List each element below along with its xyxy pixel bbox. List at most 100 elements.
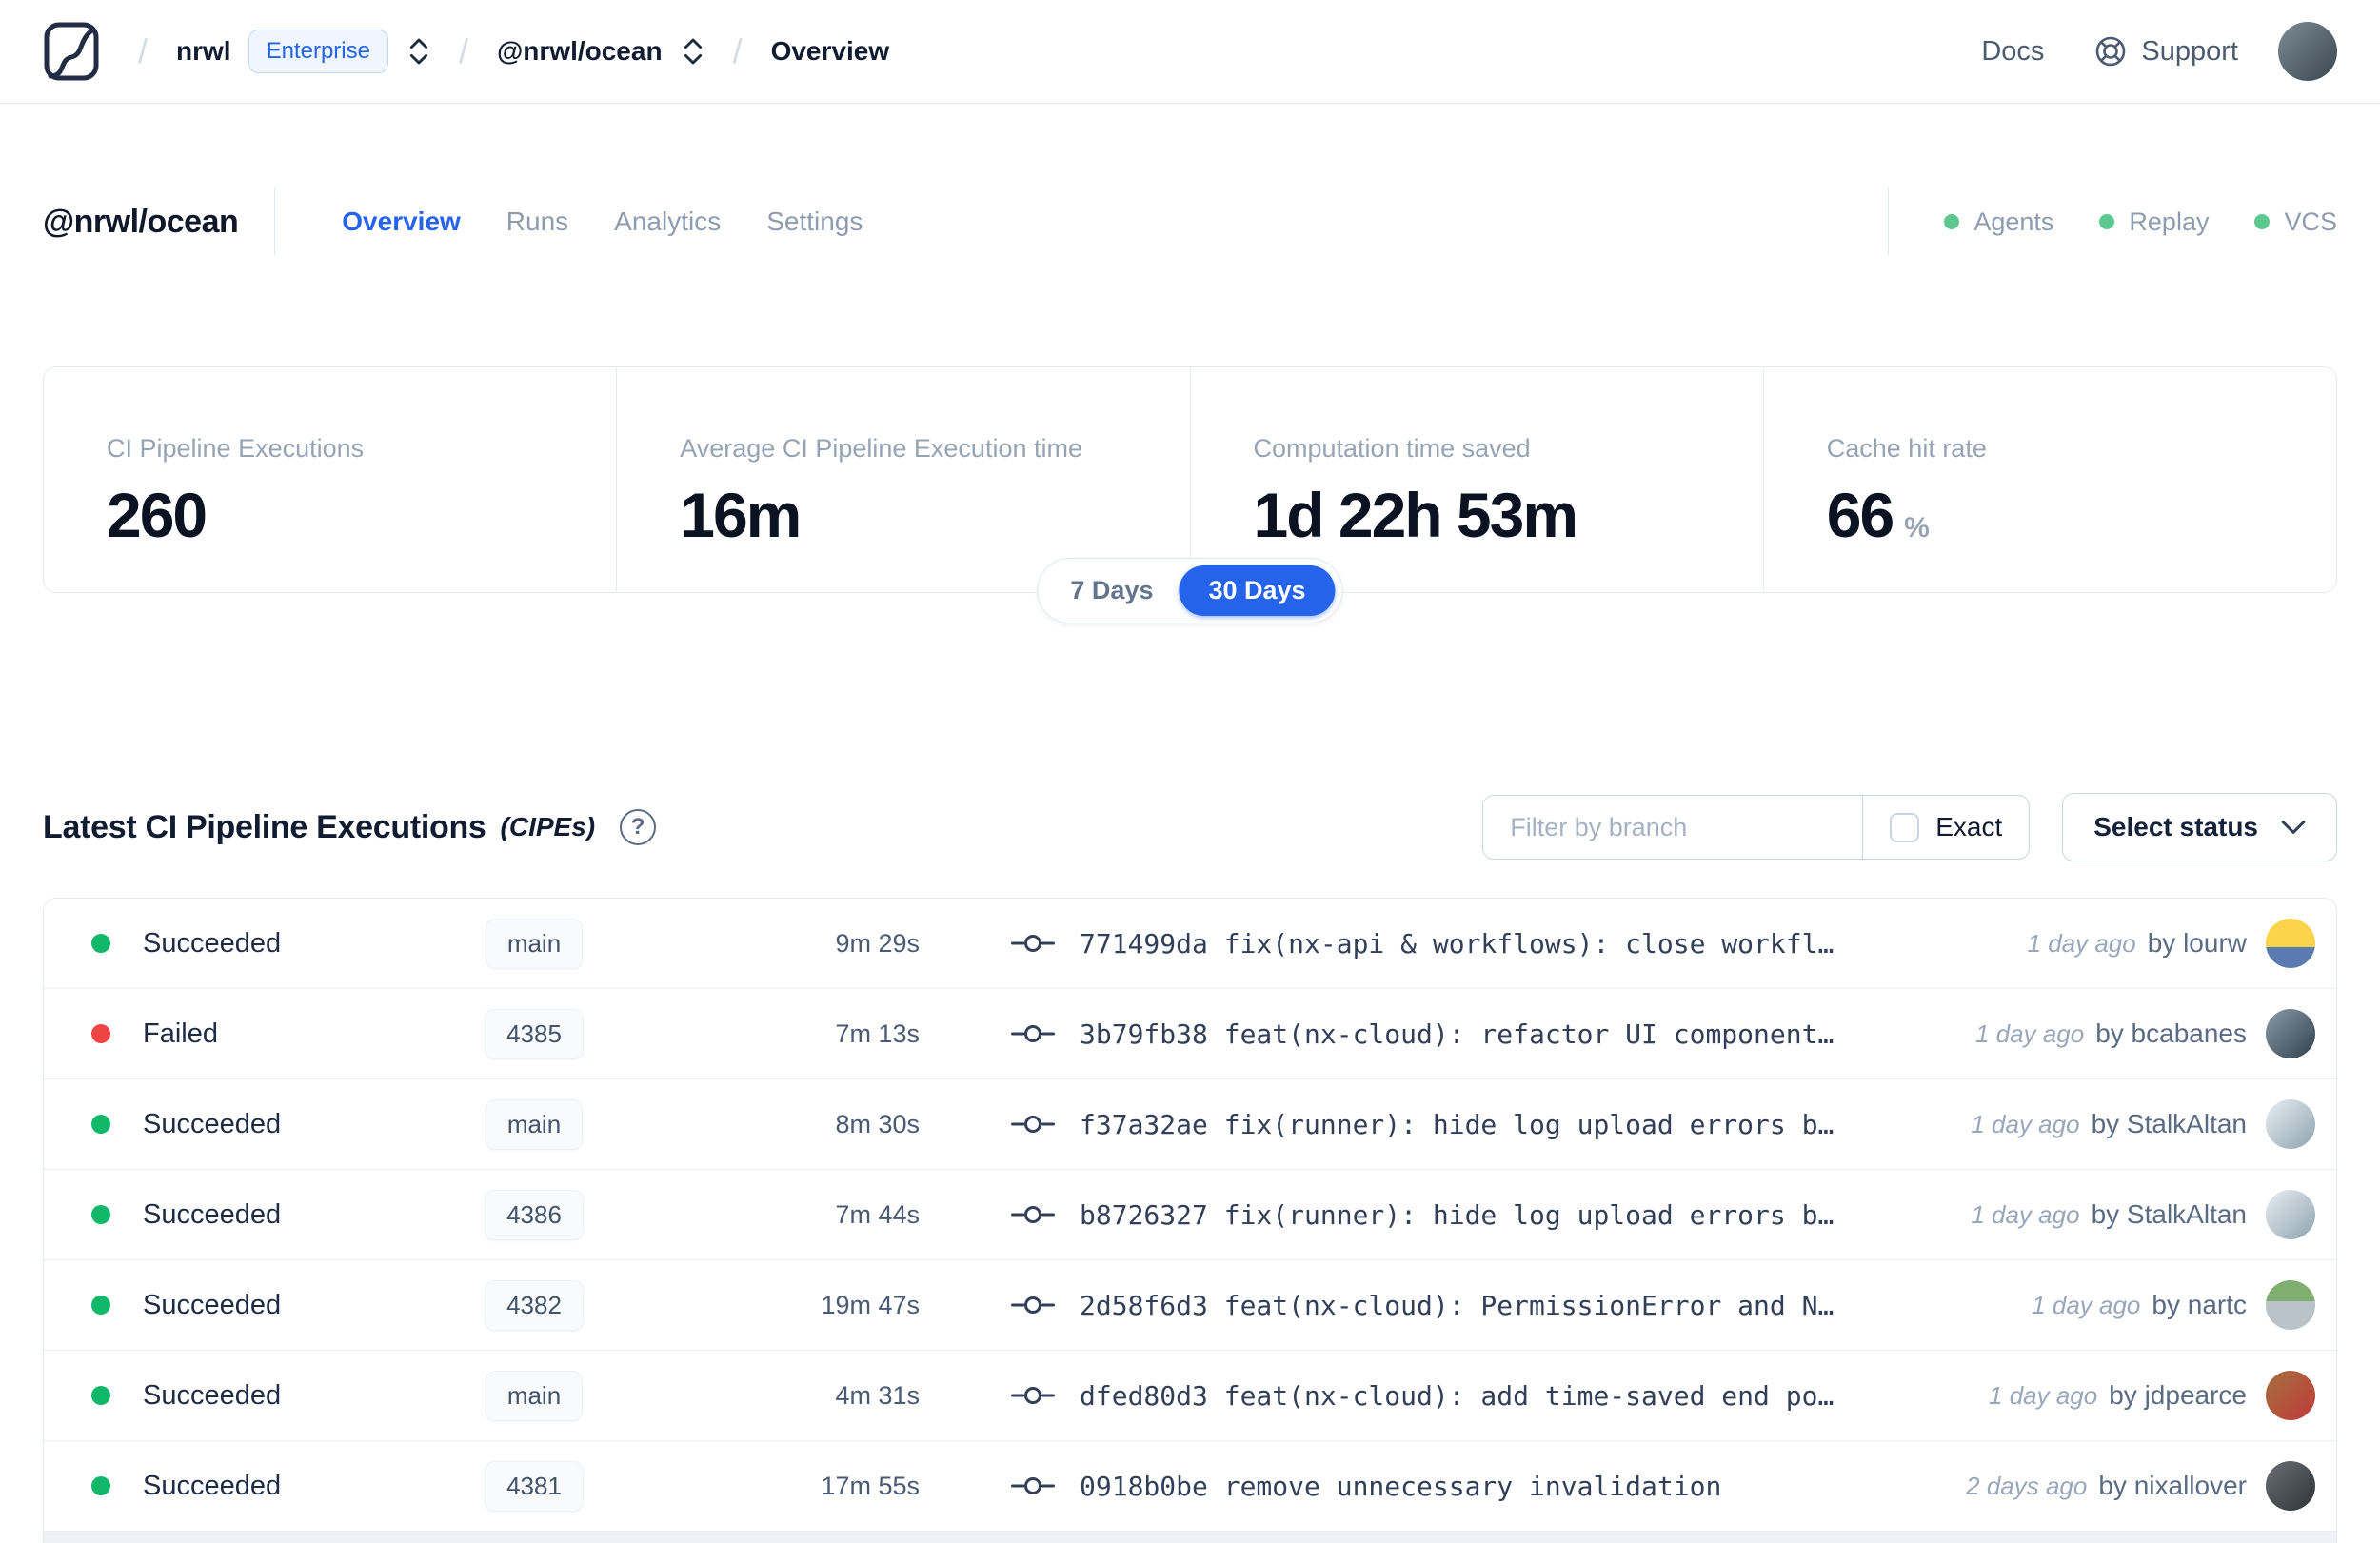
commit-message: 771499da fix(nx-api & workflows): close …	[1080, 927, 1835, 959]
commit-message: dfed80d3 feat(nx-cloud): add time-saved …	[1080, 1379, 1835, 1412]
table-row[interactable]: Succeeded main 4m 31s dfed80d3 feat(nx-c…	[44, 1351, 2336, 1441]
status-dot	[91, 1386, 110, 1405]
divider	[1888, 188, 1890, 256]
tab-runs[interactable]: Runs	[506, 207, 568, 237]
branch-filter-group: Exact	[1482, 795, 2031, 860]
stat-label: Cache hit rate	[1826, 434, 1987, 463]
help-icon[interactable]: ?	[620, 809, 657, 845]
commit-message: 2d58f6d3 feat(nx-cloud): PermissionError…	[1080, 1289, 1835, 1321]
next-row-cutoff	[44, 1532, 2336, 1543]
cipe-table: Succeeded main 9m 29s 771499da fix(nx-ap…	[43, 898, 2337, 1543]
table-row[interactable]: Succeeded 4382 19m 47s 2d58f6d3 feat(nx-…	[44, 1260, 2336, 1351]
table-row[interactable]: Succeeded 4381 17m 55s 0918b0be remove u…	[44, 1441, 2336, 1532]
status-dot	[91, 1024, 110, 1043]
green-dot-icon	[1944, 214, 1960, 229]
breadcrumb-page: Overview	[770, 36, 890, 66]
stat-value: 66	[1826, 480, 1894, 550]
avatar	[2266, 1190, 2315, 1239]
range-30-days[interactable]: 30 Days	[1179, 565, 1336, 616]
tab-analytics[interactable]: Analytics	[614, 207, 721, 237]
status-label: Failed	[143, 1018, 218, 1049]
stat-suffix: %	[1904, 512, 1930, 544]
cipe-section-header: Latest CI Pipeline Executions (CIPEs) ? …	[43, 793, 2337, 861]
range-7-days[interactable]: 7 Days	[1044, 565, 1179, 616]
git-commit-icon	[1011, 1387, 1055, 1404]
time-ago: 1 day ago	[2027, 928, 2136, 958]
status-label: Succeeded	[143, 1379, 282, 1411]
health-replay-label: Replay	[2129, 207, 2210, 236]
commit-message: 0918b0be remove unnecessary invalidation	[1080, 1470, 1722, 1502]
unfold-chevrons-icon	[684, 38, 702, 65]
health-vcs-label: VCS	[2284, 207, 2337, 236]
time-ago: 1 day ago	[2032, 1290, 2141, 1319]
table-row[interactable]: Succeeded main 8m 30s f37a32ae fix(runne…	[44, 1079, 2336, 1170]
status-dot	[91, 1115, 110, 1134]
duration: 8m 30s	[835, 1109, 920, 1138]
branch-badge: 4381	[485, 1460, 584, 1512]
avatar	[2266, 1099, 2315, 1149]
stat-label: Average CI Pipeline Execution time	[680, 434, 1082, 463]
breadcrumb-org-selector[interactable]: nrwl Enterprise	[176, 30, 430, 73]
avatar	[2266, 919, 2315, 968]
status-dot	[91, 934, 110, 953]
select-status-label: Select status	[2093, 812, 2258, 841]
cipe-controls: Exact Select status	[1482, 793, 2337, 861]
exact-checkbox[interactable]	[1890, 812, 1920, 842]
branch-badge: main	[485, 1370, 584, 1421]
git-commit-icon	[1011, 935, 1055, 952]
support-label: Support	[2141, 35, 2238, 67]
table-row[interactable]: Failed 4385 7m 13s 3b79fb38 feat(nx-clou…	[44, 989, 2336, 1079]
top-nav: / nrwl Enterprise / @nrwl/ocean / Overvi…	[0, 0, 2380, 104]
health-agents-label: Agents	[1973, 207, 2054, 236]
git-commit-icon	[1011, 1025, 1055, 1042]
duration: 7m 44s	[835, 1199, 920, 1229]
author: by nartc	[2152, 1290, 2247, 1319]
git-commit-icon	[1011, 1477, 1055, 1494]
avatar	[2266, 1461, 2315, 1511]
branch-badge: main	[485, 1098, 584, 1150]
status-dot	[91, 1296, 110, 1315]
author: by jdpearce	[2109, 1380, 2247, 1410]
branch-filter-input[interactable]	[1483, 796, 1863, 859]
stat-cache-hit-rate: Cache hit rate 66%	[1762, 367, 2336, 592]
workspace-header: @nrwl/ocean Overview Runs Analytics Sett…	[0, 188, 2380, 256]
duration: 4m 31s	[835, 1380, 920, 1410]
time-ago: 1 day ago	[1971, 1109, 2080, 1138]
stats-cards: CI Pipeline Executions 260 Average CI Pi…	[43, 366, 2337, 623]
stat-value: 1d 22h 53m	[1253, 480, 1579, 550]
tab-settings[interactable]: Settings	[766, 207, 863, 237]
docs-link[interactable]: Docs	[1981, 36, 2044, 68]
author: by bcabanes	[2095, 1019, 2247, 1048]
exact-match-segment: Exact	[1862, 796, 2029, 859]
select-status-dropdown[interactable]: Select status	[2062, 793, 2337, 861]
cipe-title: Latest CI Pipeline Executions	[43, 808, 486, 845]
commit-message: b8726327 fix(runner): hide log upload er…	[1080, 1198, 1835, 1231]
stat-label: CI Pipeline Executions	[107, 434, 365, 463]
author: by StalkAltan	[2091, 1199, 2247, 1229]
breadcrumb-workspace-selector[interactable]: @nrwl/ocean	[497, 36, 704, 67]
author: by StalkAltan	[2091, 1109, 2247, 1138]
exact-label[interactable]: Exact	[1935, 812, 2002, 842]
green-dot-icon	[2254, 214, 2271, 229]
workspace-name: @nrwl/ocean	[496, 36, 663, 66]
table-row[interactable]: Succeeded main 9m 29s 771499da fix(nx-ap…	[44, 899, 2336, 989]
git-commit-icon	[1011, 1296, 1055, 1314]
breadcrumb-separator: /	[138, 31, 149, 70]
workspace-health: Agents Replay VCS	[1888, 188, 2337, 256]
table-row[interactable]: Succeeded 4386 7m 44s b8726327 fix(runne…	[44, 1170, 2336, 1260]
user-avatar[interactable]	[2278, 22, 2337, 81]
duration: 19m 47s	[821, 1290, 920, 1319]
divider	[274, 188, 276, 256]
status-dot	[91, 1205, 110, 1224]
branch-badge: 4382	[485, 1279, 584, 1331]
status-label: Succeeded	[143, 1108, 282, 1139]
support-link[interactable]: Support	[2093, 34, 2238, 69]
author: by nixallover	[2098, 1471, 2247, 1500]
commit-message: f37a32ae fix(runner): hide log upload er…	[1080, 1108, 1835, 1140]
tab-overview[interactable]: Overview	[342, 207, 461, 237]
cipe-title-suffix: (CIPEs)	[500, 812, 596, 841]
date-range-toggle: 7 Days 30 Days	[1037, 558, 1343, 623]
nx-cloud-logo-icon[interactable]	[43, 21, 100, 82]
avatar	[2266, 1280, 2315, 1330]
avatar	[2266, 1371, 2315, 1420]
